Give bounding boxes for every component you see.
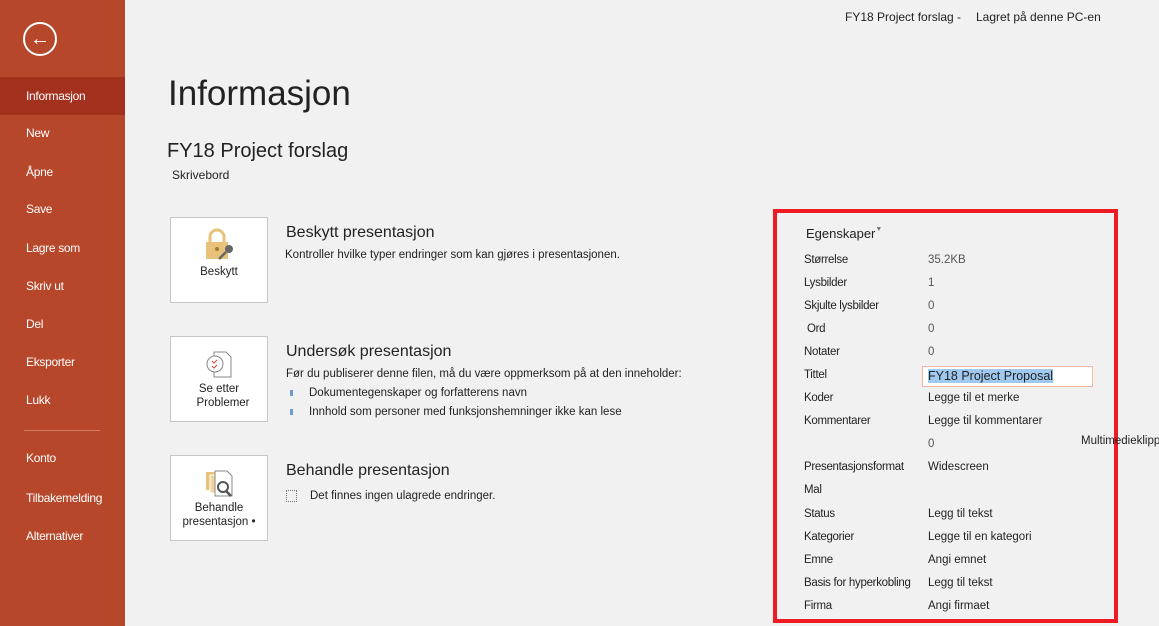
lock-key-icon [206,228,233,260]
manage-heading: Behandle presentasjon [286,462,450,479]
property-label: Basis for hyperkobling [804,577,911,589]
property-value: Widescreen [928,461,989,473]
inspect-document-icon [206,351,232,378]
property-label: Firma [804,600,832,612]
property-extra: Multimedieklipp [1081,435,1159,447]
protect-heading: Beskytt presentasjon [286,224,435,241]
sidebar-item-informasjon[interactable]: Informasjon [0,77,125,115]
property-label: Emne [804,554,833,566]
property-label: Koder [804,392,834,404]
inspect-bullet: Dokumentegenskaper og forfatterens navn [290,387,527,399]
property-value: 0 [928,300,935,312]
document-title: FY18 Project forslag - [845,10,962,24]
property-value[interactable]: Angi emnet [928,554,986,566]
property-value[interactable]: Legg til tekst [928,577,993,589]
sidebar-item-save[interactable]: Save [0,190,125,228]
property-label: Notater [804,346,840,358]
property-label: Ord [807,323,826,335]
caret-down-icon: ▼ [875,226,883,233]
property-value: 1 [928,277,935,289]
property-label: Kommentarer [804,415,871,427]
backstage-sidebar: ← Informasjon New Åpne Save Lagre som Sk… [0,0,125,626]
divider [24,430,100,431]
sidebar-item-save-as[interactable]: Lagre som [0,229,125,267]
property-value: 0 [928,346,935,358]
check-issues-label-2: Problemer [196,397,250,409]
inspect-description: Før du publiserer denne filen, må du vær… [286,368,682,380]
file-location: Skrivebord [172,168,230,182]
property-label: Størrelse [804,254,848,266]
page-title: Informasjon [168,74,351,113]
manage-label-2: presentasjon • [182,516,256,528]
back-button[interactable]: ← [23,22,57,56]
file-name: FY18 Project forslag [167,140,349,162]
protect-description: Kontroller hvilke typer endringer som ka… [285,249,620,261]
sidebar-item-options[interactable]: Alternativer [0,517,125,555]
property-label: Presentasjonsformat [804,461,904,473]
sidebar-item-print[interactable]: Skriv ut [0,267,125,305]
save-status: Lagret på denne PC-en [976,10,1101,24]
manage-versions-icon [206,470,233,497]
check-issues-button[interactable]: Se etter Problemer [170,336,268,422]
document-icon [286,490,297,502]
sidebar-item-close[interactable]: Lukk [0,381,125,419]
arrow-left-icon: ← [30,27,50,50]
property-label: Lysbilder [804,277,847,289]
protect-button[interactable]: Beskytt [170,217,268,303]
property-value[interactable]: Legge til kommentarer [928,415,1042,427]
property-value[interactable]: Legge til en kategori [928,531,1032,543]
manage-label-1: Behandle [194,502,244,514]
manage-presentation-button[interactable]: Behandle presentasjon • [170,455,268,541]
sidebar-item-feedback[interactable]: Tilbakemelding [0,479,125,517]
property-value[interactable]: Angi firmaet [928,600,989,612]
property-value: 35.2KB [928,254,966,266]
property-value: 0 [928,438,935,450]
properties-dropdown[interactable]: Egenskaper▼ [806,226,882,241]
property-label: Status [804,508,835,520]
inspect-bullet: Innhold som personer med funksjonshemnin… [290,406,622,418]
manage-description: Det finnes ingen ulagrede endringer. [286,490,495,502]
inspect-heading: Undersøk presentasjon [286,343,452,360]
property-value[interactable]: Legg til tekst [928,508,993,520]
property-value: 0 [928,323,935,335]
sidebar-item-share[interactable]: Del [0,305,125,343]
property-label: Skjulte lysbilder [804,300,879,312]
title-field[interactable]: FY18 Project Proposal [922,366,1093,387]
sidebar-item-export[interactable]: Eksporter [0,343,125,381]
sidebar-item-open[interactable]: Åpne [0,153,125,191]
sidebar-item-account[interactable]: Konto [0,439,125,477]
property-label: Mal [804,484,822,496]
protect-label: Beskytt [200,266,238,278]
sidebar-item-new[interactable]: New [0,114,125,152]
property-label: Kategorier [804,531,855,543]
check-issues-label-1: Se etter [198,383,240,395]
property-value[interactable]: Legge til et merke [928,392,1019,404]
property-label: Tittel [804,369,827,381]
